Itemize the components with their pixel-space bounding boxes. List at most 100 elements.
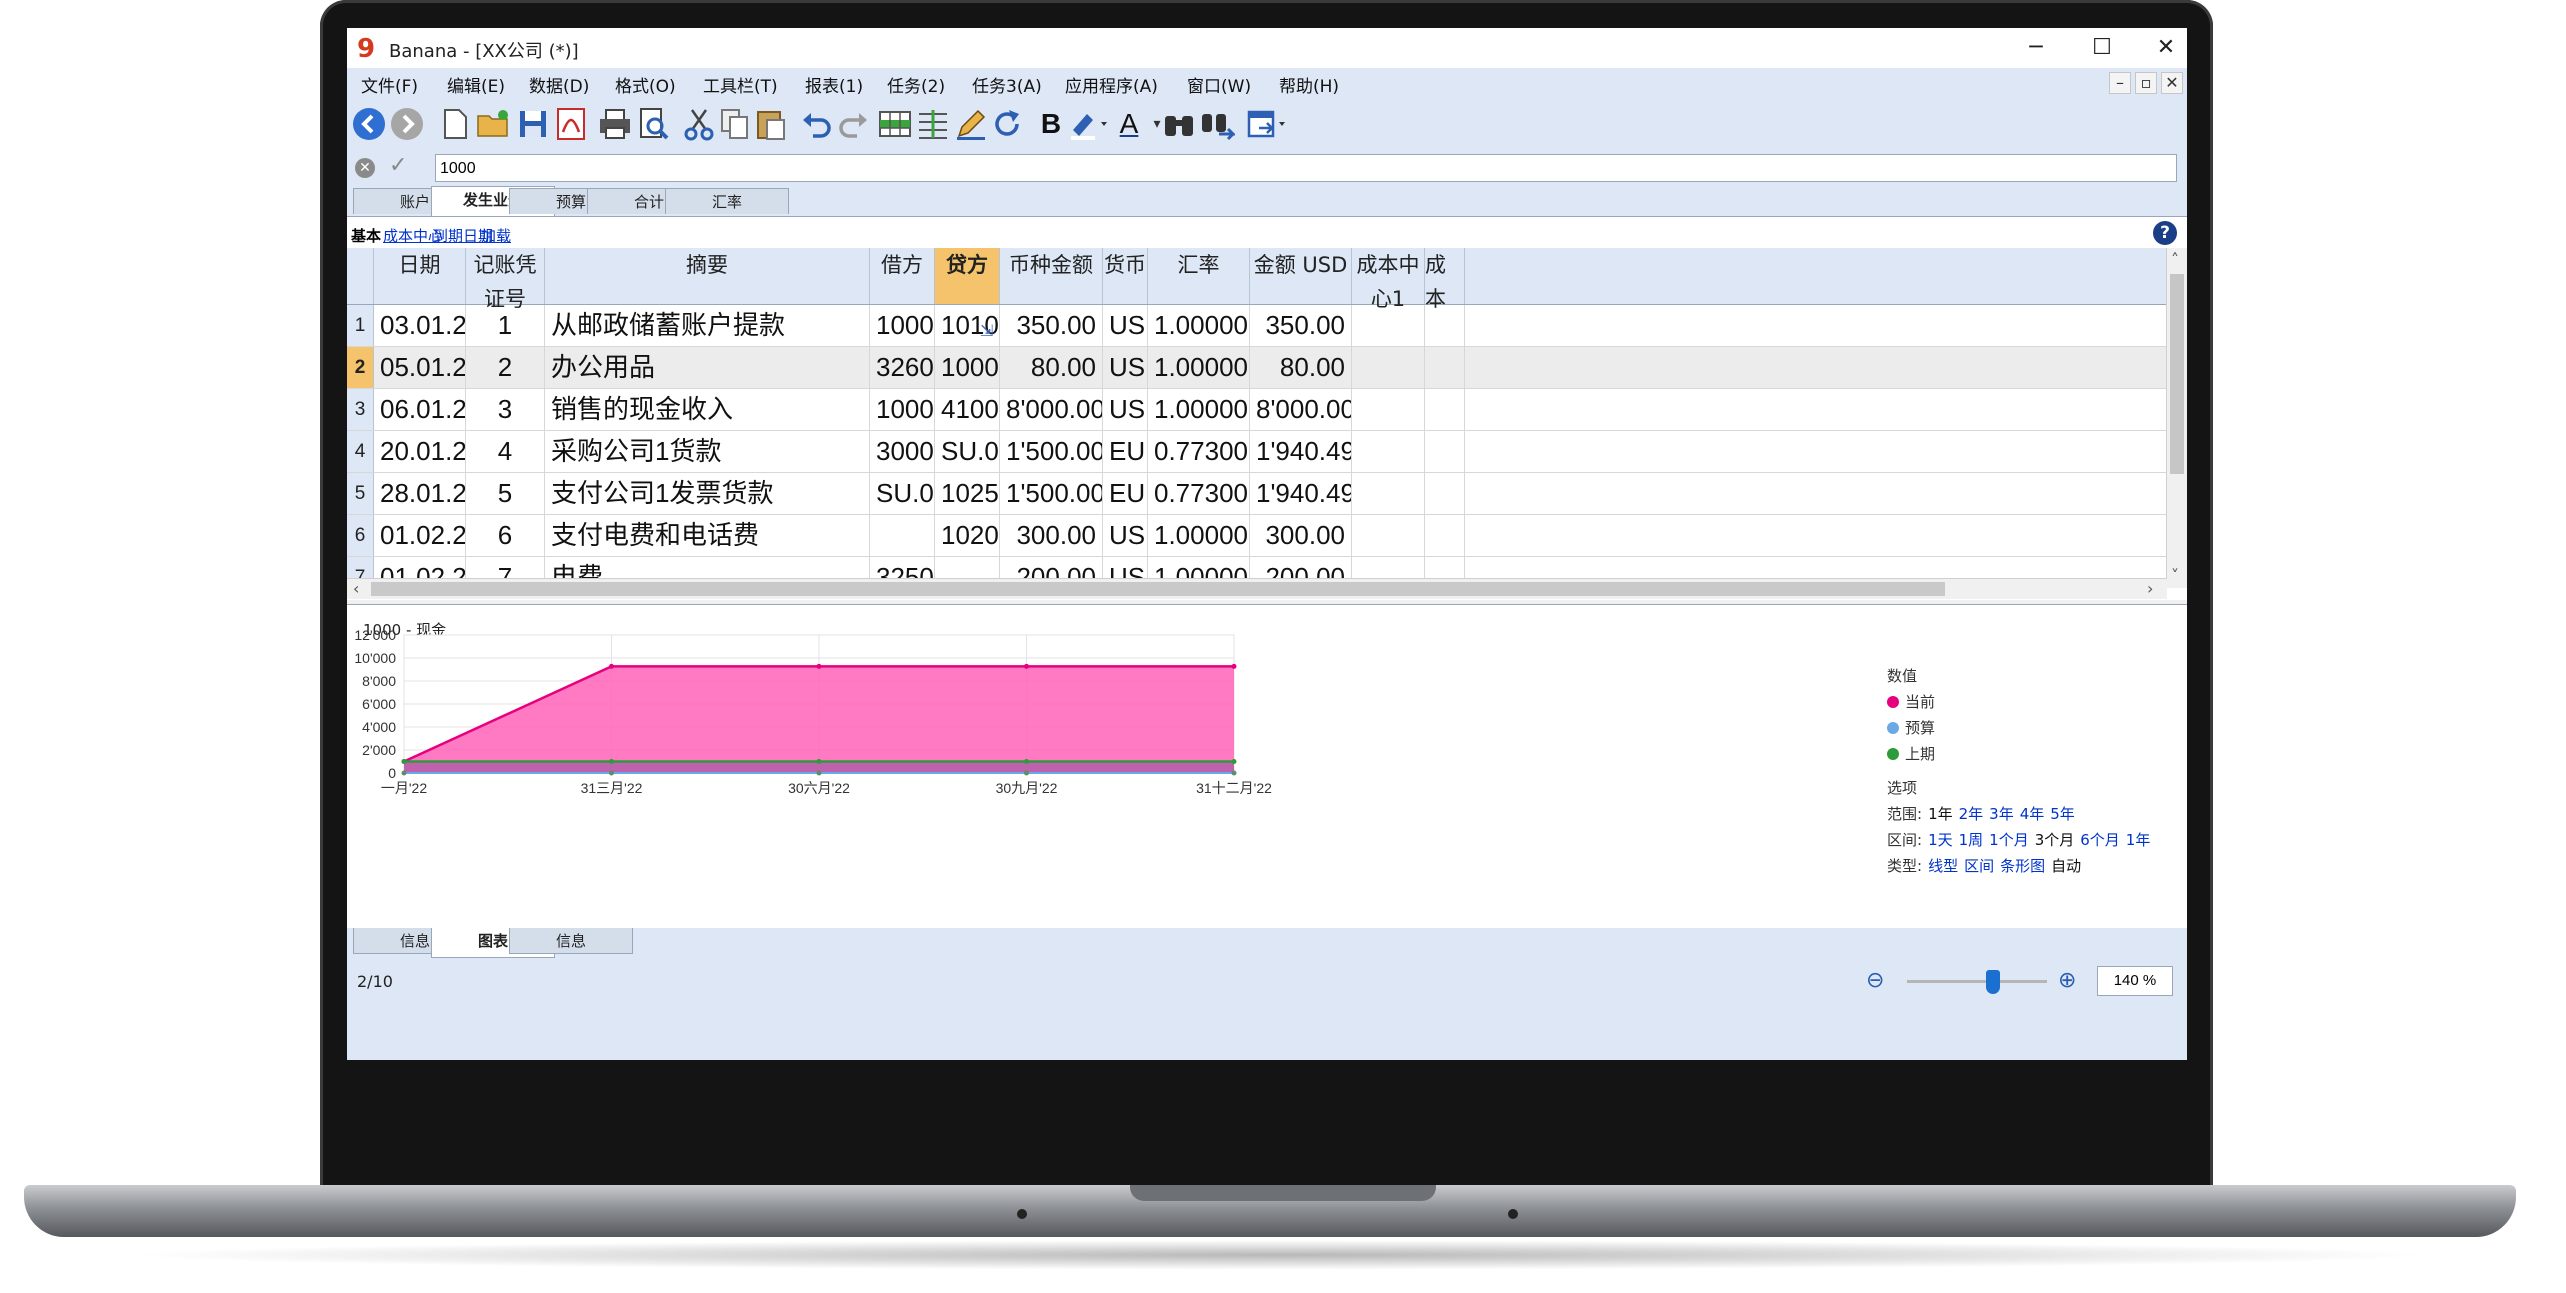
cell-cost-center-2[interactable] bbox=[1425, 431, 1465, 472]
forward-icon[interactable] bbox=[389, 106, 425, 142]
cell-doc[interactable]: 5 bbox=[466, 473, 545, 514]
cell-cost-center-1[interactable] bbox=[1352, 473, 1425, 514]
cell-credit[interactable]: 1025 bbox=[935, 473, 1000, 514]
legend-item-current[interactable]: 当前 bbox=[1887, 691, 1935, 712]
range-option-4y[interactable]: 4年 bbox=[2020, 805, 2045, 823]
menu-tasks2[interactable]: 任务(2) bbox=[887, 72, 945, 97]
switch-window-icon[interactable] bbox=[1245, 106, 1285, 142]
scroll-up-icon[interactable]: ˄ bbox=[2171, 250, 2179, 269]
table-row[interactable]: 103.01.20221从邮政储蓄账户提款10001010350.00USD1.… bbox=[347, 305, 2167, 347]
cell-currency[interactable]: USD bbox=[1103, 515, 1148, 556]
cell-cost-center-1[interactable] bbox=[1352, 515, 1425, 556]
type-option-area[interactable]: 区间 bbox=[1964, 857, 1994, 875]
menu-help[interactable]: 帮助(H) bbox=[1279, 72, 1339, 97]
cell-debit[interactable]: SU.001 bbox=[870, 473, 935, 514]
recalc-icon[interactable] bbox=[989, 106, 1025, 142]
table-row[interactable]: 601.02.20226支付电费和电话费1020300.00USD1.00000… bbox=[347, 515, 2167, 557]
cell-description[interactable]: 办公用品 bbox=[545, 347, 870, 388]
tab-info-2[interactable]: 信息 bbox=[509, 928, 633, 954]
cell-credit[interactable]: 1000 bbox=[935, 347, 1000, 388]
zoom-slider[interactable] bbox=[1907, 980, 2047, 983]
move-rows-icon[interactable] bbox=[915, 106, 951, 142]
header-date[interactable]: 日期 bbox=[374, 248, 466, 304]
replace-icon[interactable] bbox=[1199, 106, 1237, 142]
cell-date[interactable]: 28.01.2022 bbox=[374, 473, 466, 514]
edit-pen-icon[interactable] bbox=[953, 106, 989, 142]
zoom-level-field[interactable]: 140 % bbox=[2097, 966, 2173, 996]
find-icon[interactable] bbox=[1161, 106, 1197, 142]
cell-currency-amount[interactable]: 1'500.00 bbox=[1000, 431, 1103, 472]
cut-icon[interactable] bbox=[681, 106, 717, 142]
range-option-2y[interactable]: 2年 bbox=[1959, 805, 1984, 823]
cell-date[interactable]: 06.01.2022 bbox=[374, 389, 466, 430]
cell-exchange-rate[interactable]: 1.000000 bbox=[1148, 389, 1250, 430]
legend-item-previous[interactable]: 上期 bbox=[1887, 743, 1935, 764]
confirm-edit-icon[interactable]: ✓ bbox=[389, 153, 407, 178]
menu-toolbars[interactable]: 工具栏(T) bbox=[703, 72, 778, 97]
cell-currency-amount[interactable]: 1'500.00 bbox=[1000, 473, 1103, 514]
cell-cost-center-1[interactable] bbox=[1352, 431, 1425, 472]
interval-option-1w[interactable]: 1周 bbox=[1959, 831, 1984, 849]
cell-currency-amount[interactable]: 300.00 bbox=[1000, 515, 1103, 556]
cell-edit-marker-icon[interactable]: ⇲ bbox=[980, 321, 993, 340]
type-option-bar[interactable]: 条形图 bbox=[2000, 857, 2045, 875]
cell-debit[interactable]: 1000 bbox=[870, 305, 935, 346]
redo-icon[interactable] bbox=[835, 106, 871, 142]
table-row[interactable]: 420.01.20224采购公司1货款3000SU.0011'500.00EUR… bbox=[347, 431, 2167, 473]
legend-item-budget[interactable]: 预算 bbox=[1887, 717, 1935, 738]
close-button[interactable]: ✕ bbox=[2143, 32, 2187, 64]
save-icon[interactable] bbox=[515, 106, 551, 142]
scroll-left-icon[interactable]: ‹ bbox=[353, 579, 359, 598]
cell-edit-input[interactable]: 1000 bbox=[435, 154, 2177, 182]
cell-description[interactable]: 销售的现金收入 bbox=[545, 389, 870, 430]
cell-currency[interactable]: USD bbox=[1103, 305, 1148, 346]
zoom-in-icon[interactable]: ⊕ bbox=[2058, 968, 2076, 993]
cell-cost-center-1[interactable] bbox=[1352, 347, 1425, 388]
cell-currency[interactable]: USD bbox=[1103, 389, 1148, 430]
header-credit[interactable]: 贷方 bbox=[935, 248, 1000, 304]
table-row[interactable]: 205.01.20222办公用品3260100080.00USD1.000000… bbox=[347, 347, 2167, 389]
cell-amount-usd[interactable]: 1'940.49 bbox=[1250, 473, 1352, 514]
cell-amount-usd[interactable]: 350.00 bbox=[1250, 305, 1352, 346]
mdi-minimize-button[interactable]: – bbox=[2109, 72, 2131, 94]
type-option-line[interactable]: 线型 bbox=[1928, 857, 1958, 875]
cell-credit[interactable]: 4100 bbox=[935, 389, 1000, 430]
horizontal-scrollbar[interactable]: ‹ › bbox=[347, 578, 2167, 599]
interval-option-6m[interactable]: 6个月 bbox=[2080, 831, 2120, 849]
zoom-slider-thumb[interactable] bbox=[1986, 970, 2000, 994]
cell-date[interactable]: 01.02.2022 bbox=[374, 515, 466, 556]
header-exchange-rate[interactable]: 汇率 bbox=[1148, 248, 1250, 304]
cell-amount-usd[interactable]: 1'940.49 bbox=[1250, 431, 1352, 472]
menu-tasks3[interactable]: 任务3(A) bbox=[972, 72, 1042, 97]
header-currency-amount[interactable]: 币种金额 bbox=[1000, 248, 1103, 304]
cell-doc[interactable]: 6 bbox=[466, 515, 545, 556]
cell-cost-center-2[interactable] bbox=[1425, 347, 1465, 388]
cell-currency-amount[interactable]: 350.00 bbox=[1000, 305, 1103, 346]
horizontal-scroll-thumb[interactable] bbox=[371, 582, 1945, 596]
cell-doc[interactable]: 4 bbox=[466, 431, 545, 472]
cell-currency[interactable]: EUR bbox=[1103, 473, 1148, 514]
cell-cost-center-2[interactable] bbox=[1425, 473, 1465, 514]
tab-exchange-rates[interactable]: 汇率 bbox=[665, 188, 789, 214]
cell-currency[interactable]: EUR bbox=[1103, 431, 1148, 472]
interval-option-1d[interactable]: 1天 bbox=[1928, 831, 1953, 849]
view-load[interactable]: 加载 bbox=[481, 225, 511, 246]
cell-amount-usd[interactable]: 8'000.00 bbox=[1250, 389, 1352, 430]
cell-description[interactable]: 支付电费和电话费 bbox=[545, 515, 870, 556]
view-base[interactable]: 基本 bbox=[351, 225, 381, 246]
paste-icon[interactable] bbox=[753, 106, 789, 142]
print-icon[interactable] bbox=[597, 106, 633, 142]
cell-currency-amount[interactable]: 8'000.00 bbox=[1000, 389, 1103, 430]
pdf-icon[interactable] bbox=[553, 106, 589, 142]
cell-exchange-rate[interactable]: 1.000000 bbox=[1148, 515, 1250, 556]
table-row[interactable]: 306.01.20223销售的现金收入100041008'000.00USD1.… bbox=[347, 389, 2167, 431]
back-icon[interactable] bbox=[351, 106, 387, 142]
highlight-icon[interactable] bbox=[1067, 106, 1107, 142]
cell-debit[interactable] bbox=[870, 515, 935, 556]
new-file-icon[interactable] bbox=[437, 106, 473, 142]
cell-exchange-rate[interactable]: 0.773000 bbox=[1148, 431, 1250, 472]
header-cost-center-2[interactable]: 成本 bbox=[1425, 248, 1465, 311]
cell-doc[interactable]: 1 bbox=[466, 305, 545, 346]
cell-doc[interactable]: 2 bbox=[466, 347, 545, 388]
scroll-down-icon[interactable]: ˅ bbox=[2171, 566, 2179, 585]
